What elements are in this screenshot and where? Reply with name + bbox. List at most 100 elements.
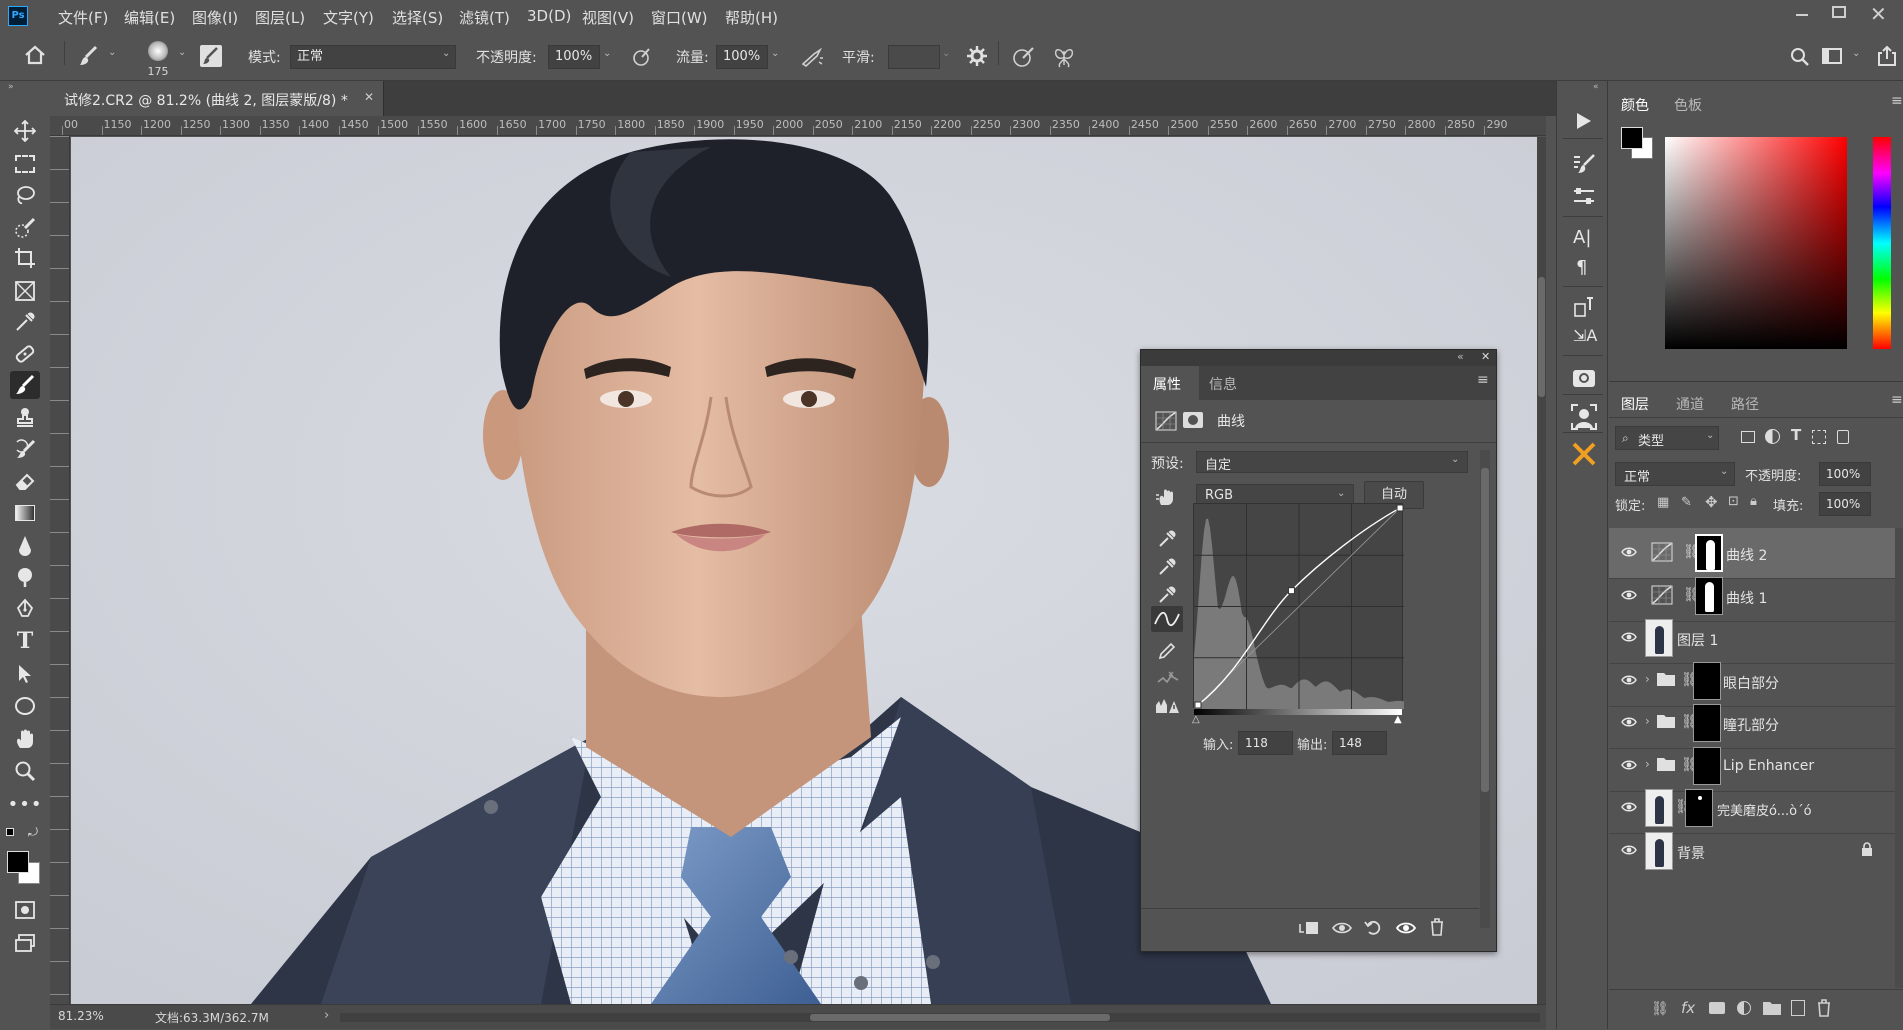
chevron-down-icon[interactable]: ⌄: [603, 48, 611, 59]
brush-tool-preset-icon[interactable]: [78, 45, 100, 67]
menu-image[interactable]: 图像(I): [192, 7, 238, 28]
tab-info[interactable]: 信息: [1209, 374, 1237, 394]
mask-properties-icon[interactable]: [1183, 412, 1203, 428]
tab-color[interactable]: 颜色: [1621, 95, 1649, 115]
draw-pencil-icon[interactable]: [1158, 642, 1176, 660]
close-panel-icon[interactable]: ✕: [1481, 350, 1490, 363]
chevron-down-icon[interactable]: ⌄: [108, 47, 116, 58]
layer-mask-thumbnail[interactable]: [1695, 534, 1723, 572]
link-layers-icon[interactable]: ⛓︎: [1651, 1001, 1669, 1017]
delete-adjustment-trash-icon[interactable]: [1430, 918, 1444, 936]
white-slider-triangle-icon[interactable]: ▲: [1394, 714, 1402, 725]
brush-settings-icon[interactable]: [200, 45, 222, 67]
collapse-double-chevron-icon[interactable]: »: [8, 82, 14, 92]
eraser-tool-icon[interactable]: [10, 467, 40, 495]
preset-select[interactable]: 自定 ⌄: [1196, 451, 1468, 473]
filter-adjustment-icon[interactable]: [1765, 429, 1780, 444]
paragraph-styles-icon[interactable]: [1573, 296, 1595, 318]
airbrush-icon[interactable]: [800, 46, 824, 68]
chevron-down-icon[interactable]: ⌄: [771, 48, 779, 59]
gray-point-eyedropper-icon[interactable]: [1158, 558, 1176, 576]
pressure-opacity-icon[interactable]: [631, 46, 653, 68]
on-image-adjustment-hand-icon[interactable]: [1155, 487, 1179, 507]
visibility-eye-icon[interactable]: [1621, 801, 1637, 813]
tab-paths[interactable]: 路径: [1731, 394, 1759, 414]
zoom-level[interactable]: 81.23%: [58, 1009, 104, 1023]
chevron-right-icon[interactable]: ›: [1645, 714, 1650, 728]
visibility-eye-icon[interactable]: [1621, 589, 1637, 601]
layer-filter-select[interactable]: ⌕ 类型 ⌄: [1615, 426, 1719, 450]
symmetry-butterfly-icon[interactable]: [1052, 45, 1076, 69]
tab-layers[interactable]: 图层: [1621, 394, 1649, 414]
menu-file[interactable]: 文件(F): [58, 7, 108, 28]
toggle-visibility-eye-icon[interactable]: [1396, 920, 1416, 936]
menu-type[interactable]: 文字(Y): [323, 7, 374, 28]
share-icon[interactable]: [1876, 45, 1898, 67]
hue-slider[interactable]: [1873, 137, 1891, 349]
eyedropper-tool-icon[interactable]: [10, 308, 40, 336]
filter-pixel-icon[interactable]: [1741, 431, 1755, 443]
plugin-tools-icon[interactable]: [1571, 441, 1597, 467]
document-tab[interactable]: 试修2.CR2 @ 81.2% (曲线 2, 图层蒙版/8) * ✕: [50, 81, 384, 116]
clip-to-layer-icon[interactable]: [1298, 920, 1320, 936]
pen-tool-icon[interactable]: [10, 595, 40, 623]
layer-mask-thumbnail[interactable]: [1695, 577, 1723, 615]
lock-position-icon[interactable]: ✥: [1705, 493, 1718, 511]
menu-filter[interactable]: 滤镜(T): [459, 7, 510, 28]
frame-tool-icon[interactable]: [10, 277, 40, 305]
minimize-button[interactable]: [1796, 14, 1808, 16]
menu-layer[interactable]: 图层(L): [255, 7, 305, 28]
visibility-eye-icon[interactable]: [1621, 844, 1637, 856]
layer-thumbnail[interactable]: [1645, 789, 1673, 827]
layer-mask-thumbnail[interactable]: [1693, 704, 1721, 742]
new-layer-icon[interactable]: [1791, 1000, 1805, 1016]
flow-input[interactable]: 100%: [716, 45, 768, 69]
chevron-right-icon[interactable]: ›: [1645, 672, 1650, 686]
collapse-double-chevron-icon[interactable]: «: [1593, 82, 1599, 92]
visibility-eye-icon[interactable]: [1621, 716, 1637, 728]
ellipse-tool-icon[interactable]: [10, 692, 40, 720]
home-icon[interactable]: [24, 45, 46, 65]
visibility-eye-icon[interactable]: [1621, 631, 1637, 643]
layer-opacity-input[interactable]: 100%: [1819, 462, 1871, 486]
layer-mask-thumbnail[interactable]: [1693, 662, 1721, 700]
character-styles-icon[interactable]: ⇲A: [1573, 326, 1597, 345]
clipping-warning-icon[interactable]: [1155, 697, 1181, 715]
output-value-field[interactable]: 148: [1332, 731, 1387, 755]
path-selection-tool-icon[interactable]: [10, 660, 40, 688]
actions-play-icon[interactable]: [1573, 111, 1593, 131]
delete-layer-trash-icon[interactable]: [1817, 999, 1831, 1017]
brush-settings-panel-icon[interactable]: [1572, 153, 1596, 175]
layer-mask-thumbnail[interactable]: [1685, 789, 1713, 827]
brush-tool-icon[interactable]: [10, 371, 40, 399]
restore-button[interactable]: [1832, 6, 1846, 18]
collapse-double-chevron-icon[interactable]: «: [1457, 350, 1464, 363]
canvas-horizontal-scrollbar[interactable]: [340, 1013, 1540, 1022]
type-tool-icon[interactable]: T: [10, 627, 40, 655]
chevron-down-icon[interactable]: ⌄: [942, 48, 950, 59]
blur-tool-icon[interactable]: [10, 531, 40, 559]
tab-channels[interactable]: 通道: [1676, 394, 1704, 414]
chevron-down-icon[interactable]: ⌄: [178, 47, 186, 58]
menu-3d[interactable]: 3D(D): [527, 7, 571, 25]
filter-type-icon[interactable]: T: [1791, 426, 1801, 444]
fill-input[interactable]: 100%: [1819, 492, 1871, 516]
tab-properties[interactable]: 属性: [1141, 366, 1199, 400]
quick-mask-icon[interactable]: [10, 896, 40, 924]
input-value-field[interactable]: 118: [1238, 731, 1293, 755]
edit-points-curve-icon[interactable]: [1151, 606, 1183, 632]
paragraph-panel-icon[interactable]: ¶: [1576, 257, 1587, 278]
camera-icon[interactable]: [1572, 366, 1596, 388]
crop-tool-icon[interactable]: [10, 244, 40, 272]
mode-select[interactable]: 正常: [290, 45, 456, 69]
opacity-input[interactable]: 100%: [548, 45, 600, 69]
white-point-eyedropper-icon[interactable]: [1158, 586, 1176, 604]
hand-tool-icon[interactable]: [10, 725, 40, 753]
lasso-tool-icon[interactable]: [10, 181, 40, 209]
panel-menu-icon[interactable]: ≡: [1891, 392, 1903, 408]
healing-brush-tool-icon[interactable]: [10, 340, 40, 368]
default-colors-icon[interactable]: [6, 828, 14, 836]
smoothing-options-gear-icon[interactable]: [966, 45, 988, 67]
close-window-button[interactable]: ✕: [1870, 2, 1887, 26]
brush-angle-icon[interactable]: [1012, 46, 1036, 68]
